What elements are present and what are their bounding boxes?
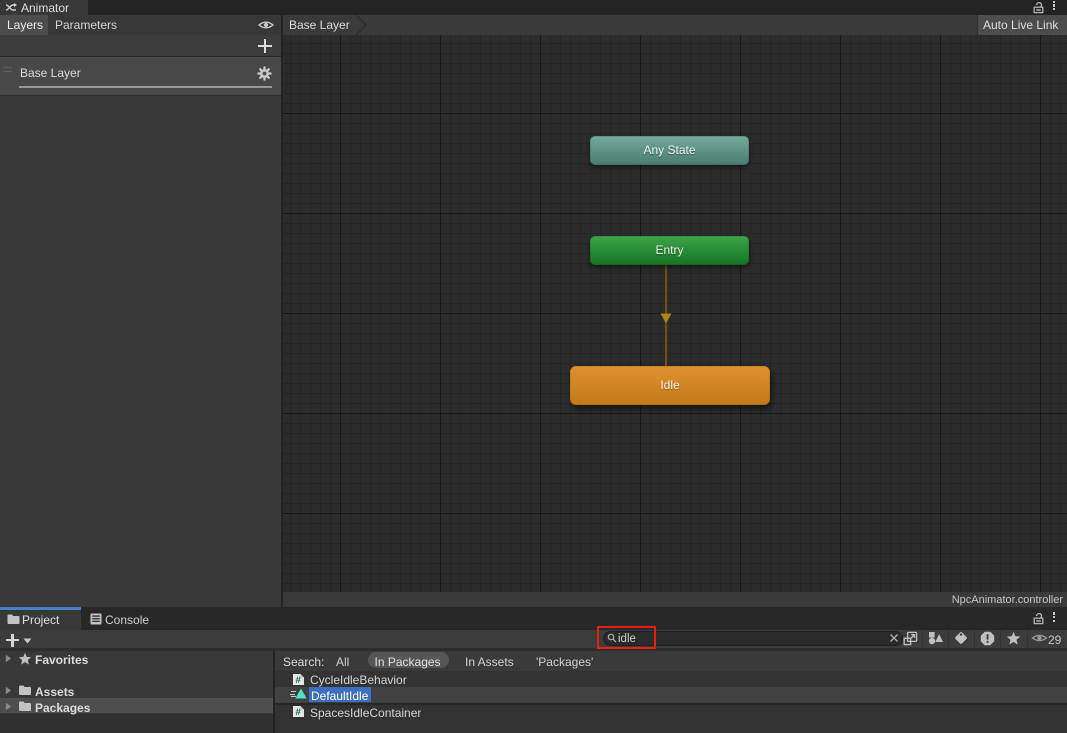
svg-text:#: # (296, 707, 302, 718)
svg-text:#: # (296, 675, 302, 686)
